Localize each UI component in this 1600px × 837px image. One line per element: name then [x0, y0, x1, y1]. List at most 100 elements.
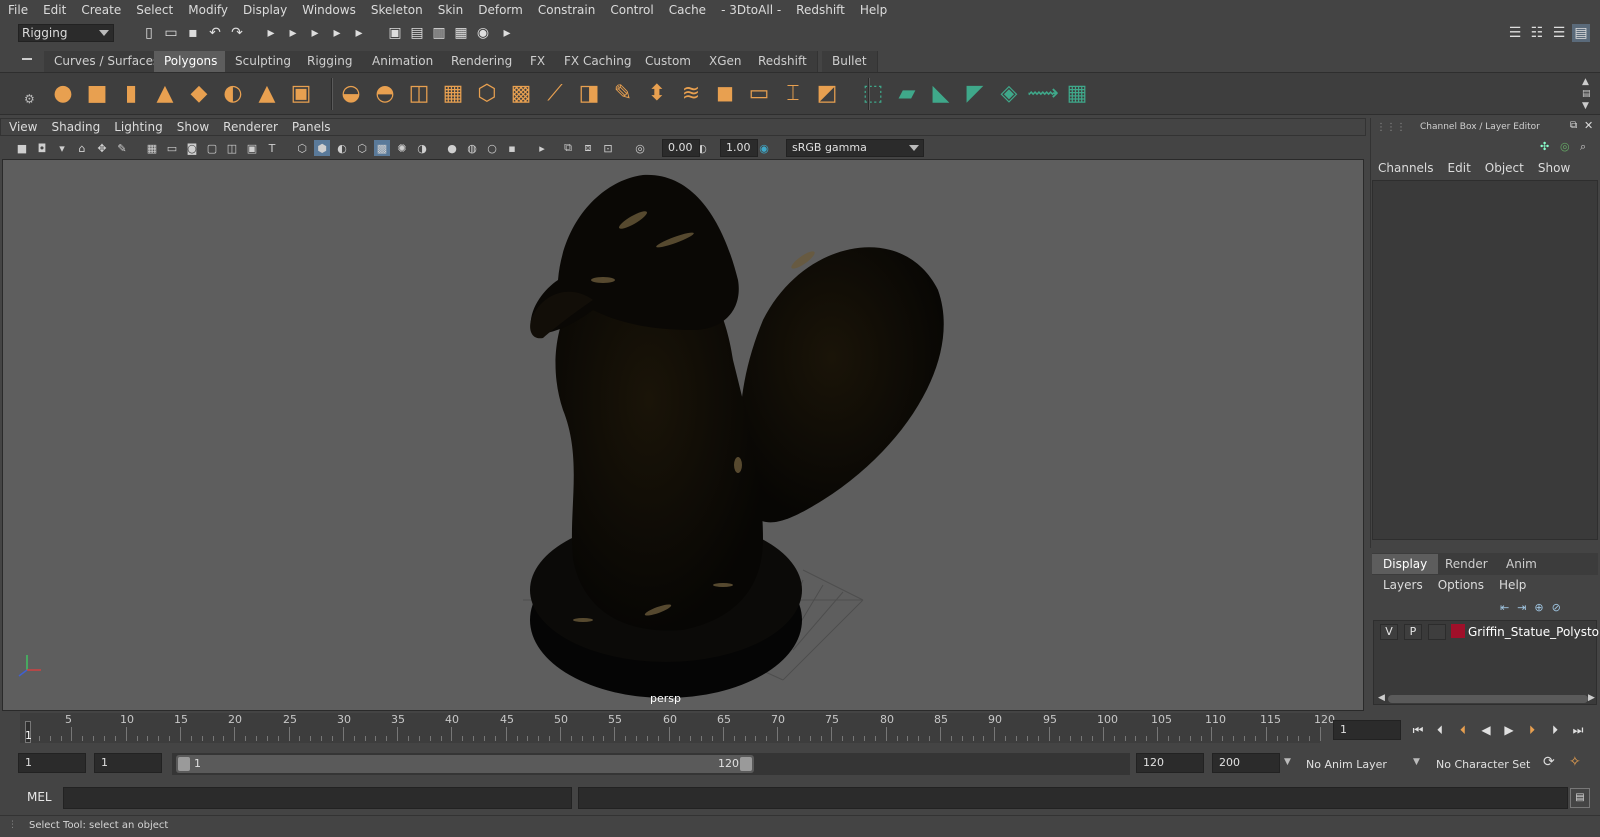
- menu-windows[interactable]: Windows: [294, 3, 363, 17]
- extrude-icon[interactable]: ▩: [506, 78, 536, 108]
- play-forwards-icon[interactable]: ▶: [1499, 720, 1519, 740]
- collapse-icon[interactable]: ◩: [812, 78, 842, 108]
- tool-settings-icon[interactable]: ☰: [1550, 24, 1568, 42]
- connect-icon[interactable]: ⌶: [778, 78, 808, 108]
- menu-skeleton[interactable]: Skeleton: [363, 3, 430, 17]
- go-to-end-icon[interactable]: ⏭: [1568, 720, 1588, 740]
- merge-icon[interactable]: ≋: [676, 78, 706, 108]
- poly-torus-icon[interactable]: ◐: [218, 78, 248, 108]
- shelf-tab-animation[interactable]: Animation: [362, 51, 445, 72]
- fill-hole-icon[interactable]: ◼: [710, 78, 740, 108]
- depth-of-field-icon[interactable]: ▪: [504, 140, 520, 156]
- attribute-editor-icon[interactable]: ☷: [1528, 24, 1546, 42]
- unfold-icon[interactable]: ⟿: [1027, 78, 1059, 108]
- chevron-down-icon[interactable]: ▼: [1284, 757, 1291, 767]
- use-all-lights-icon[interactable]: ✺: [394, 140, 410, 156]
- shelf-tab-bullet[interactable]: Bullet: [822, 51, 878, 72]
- channel-box-menu-channels[interactable]: Channels: [1378, 161, 1434, 175]
- layer-menu-options[interactable]: Options: [1438, 578, 1484, 592]
- render-settings-icon[interactable]: ▦: [452, 24, 470, 42]
- poly-sphere-icon[interactable]: ●: [48, 78, 78, 108]
- xray-icon[interactable]: ⧉: [560, 140, 576, 156]
- layer-playback-toggle[interactable]: P: [1404, 624, 1422, 640]
- panel-menu-panels[interactable]: Panels: [284, 120, 337, 134]
- channel-box-menu-object[interactable]: Object: [1485, 161, 1524, 175]
- layer-tab-display[interactable]: Display: [1372, 554, 1439, 574]
- scene-end-field[interactable]: 200: [1212, 753, 1280, 773]
- shelf-tab-polygons[interactable]: Polygons: [154, 51, 229, 72]
- scroll-right-icon[interactable]: ▶: [1588, 693, 1595, 703]
- shelf-tab-sculpting[interactable]: Sculpting: [225, 51, 303, 72]
- smooth-icon[interactable]: ▦: [438, 78, 468, 108]
- boolean-icon[interactable]: ⬡: [472, 78, 502, 108]
- shadows-icon[interactable]: ◑: [414, 140, 430, 156]
- panel-menu-view[interactable]: View: [1, 120, 43, 134]
- undo-icon[interactable]: ↶: [206, 24, 224, 42]
- hypershade-icon[interactable]: ◉: [474, 24, 492, 42]
- camera-attributes-icon[interactable]: ◘: [34, 140, 50, 156]
- mirror-icon[interactable]: ◫: [404, 78, 434, 108]
- redo-icon[interactable]: ↷: [228, 24, 246, 42]
- command-input[interactable]: [63, 787, 572, 809]
- layer-list-scrollbar[interactable]: [1388, 695, 1588, 703]
- cylindrical-mapping-icon[interactable]: ◤: [960, 78, 990, 108]
- poly-pipe-icon[interactable]: ▣: [286, 78, 316, 108]
- axis-toggle-icon[interactable]: ✣: [1540, 140, 1549, 153]
- snap-curve-icon[interactable]: ▸: [350, 24, 368, 42]
- layer-visibility-toggle[interactable]: V: [1380, 624, 1398, 640]
- menu-create[interactable]: Create: [73, 3, 128, 17]
- menu-display[interactable]: Display: [235, 3, 294, 17]
- go-to-start-icon[interactable]: ⏮: [1408, 720, 1428, 740]
- menu-help[interactable]: Help: [852, 3, 894, 17]
- layer-menu-help[interactable]: Help: [1499, 578, 1526, 592]
- bevel-icon[interactable]: ◨: [574, 78, 604, 108]
- layer-name[interactable]: Griffin_Statue_Polystone: [1468, 625, 1600, 639]
- poly-cone-icon[interactable]: ▲: [150, 78, 180, 108]
- shelf-tab-redshift[interactable]: Redshift: [748, 51, 818, 72]
- shelf-settings-gear-icon[interactable]: ⚙: [24, 92, 35, 106]
- shelf-tab-rigging[interactable]: Rigging: [297, 51, 364, 72]
- poly-cylinder-icon[interactable]: ▮: [116, 78, 146, 108]
- menu-3dtoall[interactable]: - 3DtoAll -: [713, 3, 788, 17]
- gamma-field[interactable]: 1.00: [720, 139, 758, 157]
- range-start-handle[interactable]: [178, 757, 190, 771]
- pin-icon[interactable]: ⌕: [1580, 140, 1586, 154]
- panel-grip-icon[interactable]: ⋮⋮⋮: [1376, 122, 1406, 133]
- exposure-icon[interactable]: ◎: [632, 140, 648, 156]
- shelf-menu-icon[interactable]: [22, 58, 32, 60]
- textured-icon[interactable]: ▩: [374, 140, 390, 156]
- new-scene-icon[interactable]: ▯: [140, 24, 158, 42]
- select-camera-icon[interactable]: ■: [14, 140, 30, 156]
- image-plane-icon[interactable]: ⌂: [74, 140, 90, 156]
- menu-control[interactable]: Control: [602, 3, 660, 17]
- current-frame-field[interactable]: 1: [1333, 720, 1401, 740]
- script-editor-icon[interactable]: ▤: [1570, 788, 1590, 808]
- menu-modify[interactable]: Modify: [180, 3, 235, 17]
- circularize-icon[interactable]: ⬚: [858, 78, 888, 108]
- scene-start-field[interactable]: 1: [18, 753, 86, 773]
- step-back-key-icon[interactable]: ⏴: [1430, 720, 1450, 740]
- menu-redshift[interactable]: Redshift: [788, 3, 852, 17]
- command-language-label[interactable]: MEL: [27, 790, 52, 804]
- poly-cube-icon[interactable]: ■: [82, 78, 112, 108]
- use-default-material-icon[interactable]: ◐: [334, 140, 350, 156]
- layer-tab-anim[interactable]: Anim: [1495, 554, 1548, 574]
- channel-box-toggle-icon[interactable]: ▤: [1572, 24, 1590, 42]
- auto-key-icon[interactable]: ⟳: [1543, 754, 1555, 770]
- combine-icon[interactable]: ◒: [336, 78, 366, 108]
- uv-layout-icon[interactable]: ▦: [1062, 78, 1092, 108]
- step-forward-key-icon[interactable]: ⏵: [1545, 720, 1565, 740]
- isolate-select-icon[interactable]: ▸: [534, 140, 550, 156]
- channel-box-menu-show[interactable]: Show: [1538, 161, 1570, 175]
- motion-blur-icon[interactable]: ◍: [464, 140, 480, 156]
- layer-actions-icons[interactable]: ⇤⇥⊕⊘: [1500, 601, 1569, 614]
- panel-menu-lighting[interactable]: Lighting: [106, 120, 169, 134]
- insert-edge-loop-icon[interactable]: ▭: [744, 78, 774, 108]
- planar-mapping-icon[interactable]: ▰: [892, 78, 922, 108]
- panel-menu-shading[interactable]: Shading: [43, 120, 106, 134]
- render-view-icon[interactable]: ▣: [386, 24, 404, 42]
- menu-edit[interactable]: Edit: [35, 3, 73, 17]
- shelf-tab-fx[interactable]: FX: [520, 51, 557, 72]
- play-backwards-icon[interactable]: ◀: [1476, 720, 1496, 740]
- playback-end-field[interactable]: 120: [1136, 753, 1204, 773]
